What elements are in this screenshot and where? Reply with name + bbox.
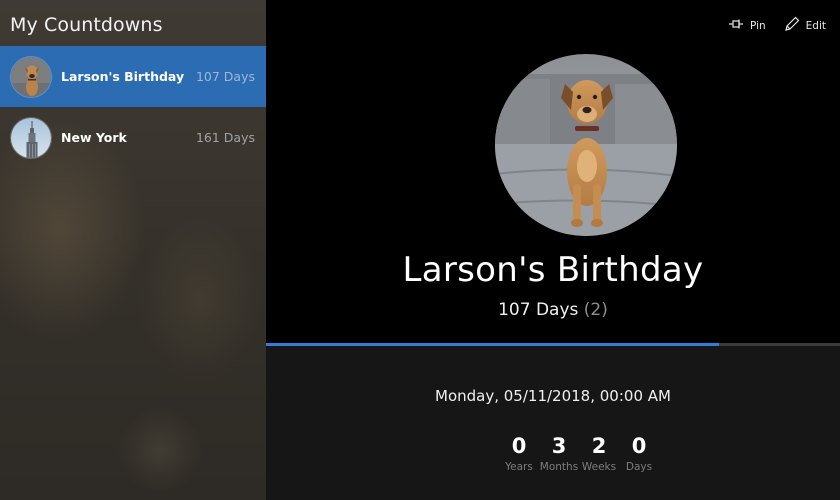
pin-label: Pin: [749, 19, 766, 32]
counter-value: 0: [631, 434, 647, 458]
counter-value: 2: [591, 434, 607, 458]
empire-state-avatar: [10, 116, 52, 159]
days-remaining-text: 107 Days: [498, 300, 579, 320]
counter-unit: Years: [505, 461, 533, 473]
counter-unit: Weeks: [581, 461, 617, 473]
days-remaining-extra: (2): [583, 300, 608, 320]
sidebar-title: My Countdowns: [10, 14, 163, 36]
counter-years: 0 Years: [499, 434, 539, 473]
countdown-item-label: New York: [61, 130, 127, 145]
counter-weeks: 2 Weeks: [579, 434, 619, 473]
counter-row: 0 Years 3 Months 2 Weeks 0 Days: [499, 434, 659, 473]
countdown-item-days: 161 Days: [195, 130, 255, 145]
pin-icon: [728, 18, 744, 33]
countdown-photo: [495, 54, 677, 236]
countdown-item-label: Larson's Birthday: [61, 69, 185, 84]
pencil-icon: [784, 16, 800, 35]
countdown-title: Larson's Birthday: [402, 250, 704, 290]
days-remaining: 107 Days (2): [266, 300, 840, 320]
counter-value: 3: [551, 434, 567, 458]
countdown-list: Larson's Birthday 107 Days New York 161 …: [0, 46, 266, 168]
dog-avatar: [10, 55, 52, 98]
edit-label: Edit: [805, 19, 826, 32]
countdown-detail: Pin Edit Larson's Birthday 107 Days (2) …: [266, 0, 840, 500]
countdown-item-new-york[interactable]: New York 161 Days: [0, 107, 266, 168]
counter-unit: Months: [539, 461, 579, 473]
target-date: Monday, 05/11/2018, 00:00 AM: [435, 387, 671, 405]
counter-unit: Days: [625, 461, 653, 473]
counter-months: 3 Months: [539, 434, 579, 473]
pin-button[interactable]: Pin: [728, 16, 766, 35]
edit-button[interactable]: Edit: [784, 16, 826, 35]
counter-value: 0: [511, 434, 527, 458]
countdown-breakdown: Monday, 05/11/2018, 00:00 AM 0 Years 3 M…: [266, 346, 840, 500]
sidebar: My Countdowns Larson's Birthday 107 Days: [0, 0, 266, 500]
toolbar: Pin Edit: [728, 16, 826, 35]
countdown-item-larsons-birthday[interactable]: Larson's Birthday 107 Days: [0, 46, 266, 107]
counter-days: 0 Days: [619, 434, 659, 473]
countdown-item-days: 107 Days: [195, 69, 255, 84]
